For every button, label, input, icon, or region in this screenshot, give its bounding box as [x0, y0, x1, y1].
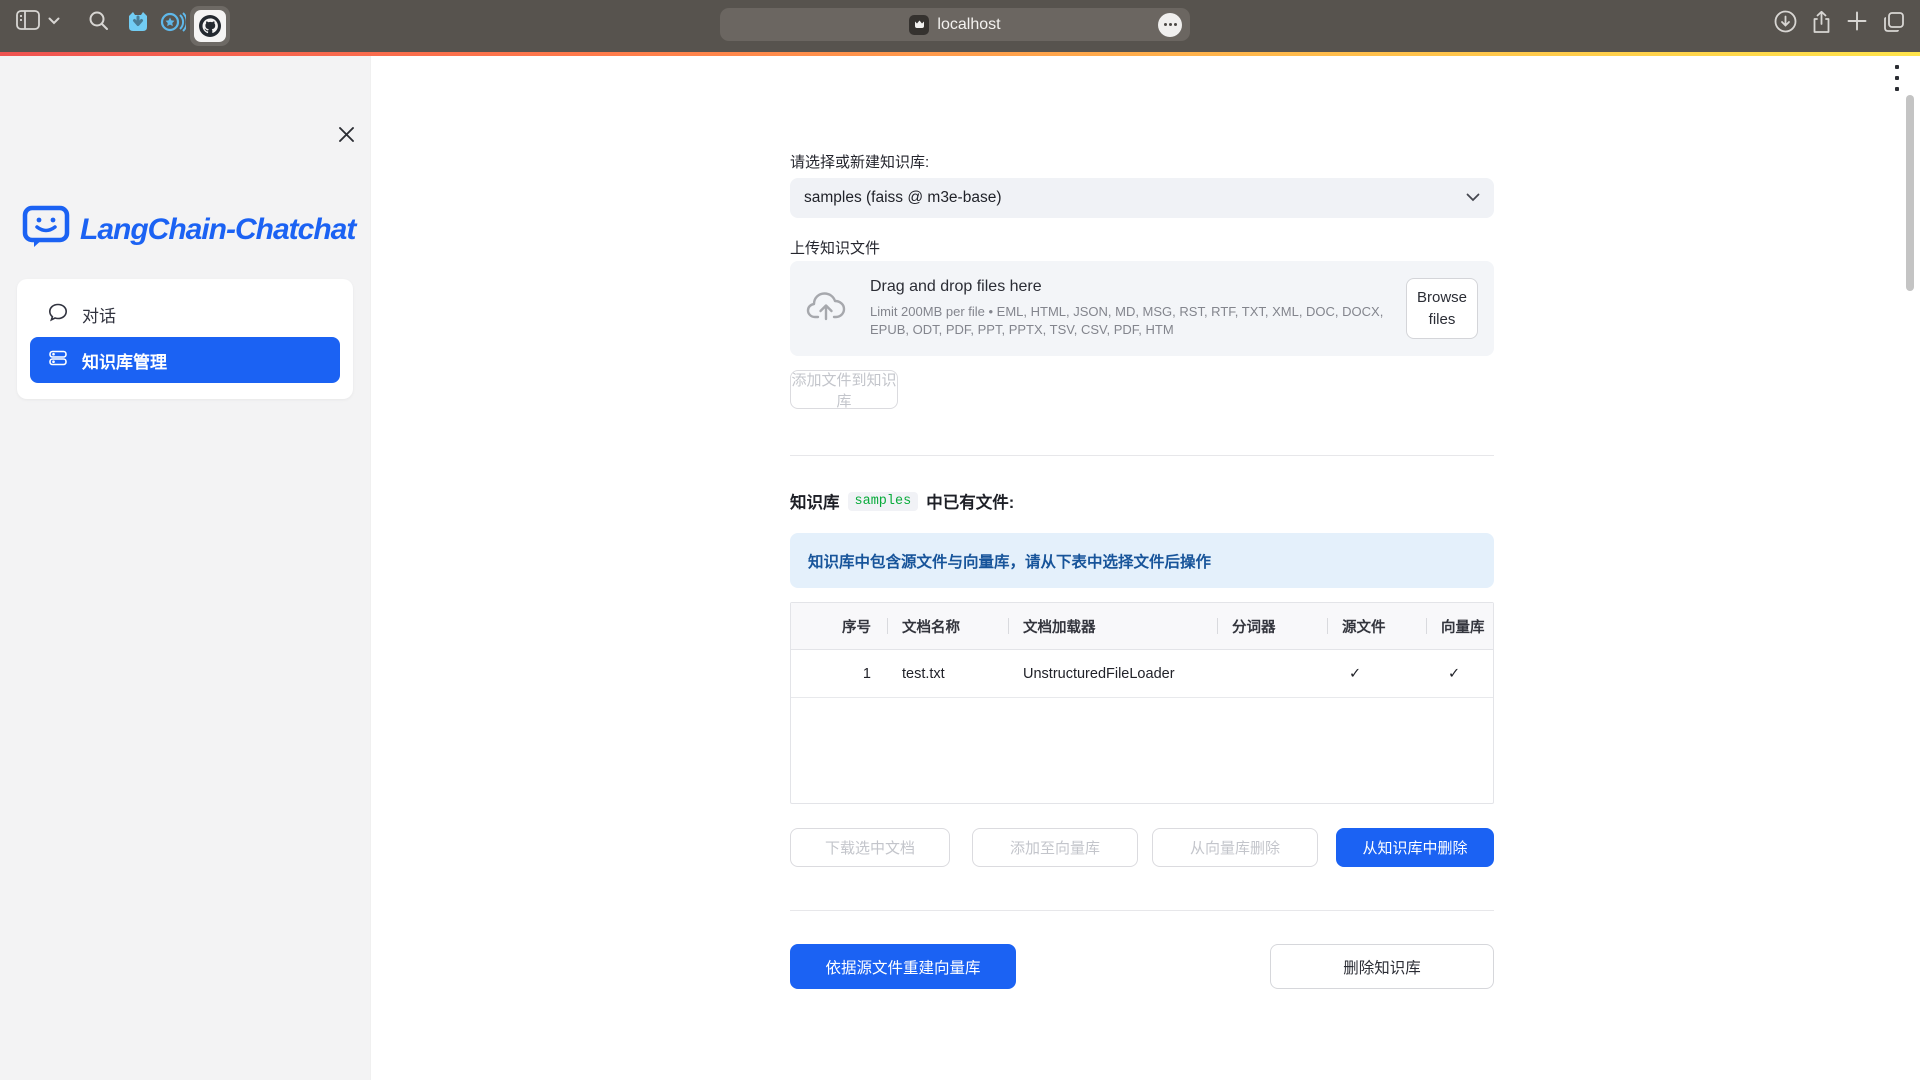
kb-name-code: samples: [848, 492, 919, 511]
table-header-row: 序号 文档名称 文档加载器 分词器 源文件 向量库: [791, 603, 1493, 650]
github-icon: [194, 10, 226, 42]
streamlit-menu-icon[interactable]: [1890, 63, 1904, 93]
sidebar: LangChain-Chatchat 对话: [0, 56, 370, 1080]
info-banner-text: 知识库中包含源文件与向量库，请从下表中选择文件后操作: [808, 550, 1211, 572]
download-selected-button[interactable]: 下载选中文档: [790, 828, 950, 867]
kb-heading-prefix: 知识库: [790, 489, 840, 513]
browser-toolbar: localhost: [0, 0, 1920, 52]
sidebar-item-kb-management[interactable]: 知识库管理: [30, 337, 340, 383]
ripple-star-pinned-tab-icon[interactable]: [160, 10, 186, 34]
url-text: localhost: [937, 16, 1000, 34]
chevron-down-icon[interactable]: [48, 17, 60, 25]
app-logo-text: LangChain-Chatchat: [80, 213, 355, 247]
tab-overview-icon[interactable]: [1882, 10, 1906, 34]
uploader-label: 上传知识文件: [790, 237, 880, 258]
chatchat-logo-icon: [22, 204, 70, 255]
delete-from-vector-button[interactable]: 从向量库删除: [1152, 828, 1318, 867]
chat-bubble-icon: [48, 302, 68, 327]
kb-select-value: samples (faiss @ m3e-base): [804, 189, 1002, 207]
kb-select[interactable]: samples (faiss @ m3e-base): [790, 178, 1494, 218]
delete-kb-button[interactable]: 删除知识库: [1270, 944, 1494, 989]
app-logo: LangChain-Chatchat: [22, 204, 355, 255]
kb-heading-suffix: 中已有文件:: [926, 489, 1014, 513]
cell-in-folder-check: ✓: [1327, 666, 1426, 682]
cell-index: 1: [791, 666, 887, 682]
site-favicon: [909, 15, 929, 35]
delete-from-kb-button[interactable]: 从知识库中删除: [1336, 828, 1494, 867]
col-header-doc-name[interactable]: 文档名称: [887, 616, 1008, 637]
address-bar[interactable]: localhost: [720, 8, 1190, 41]
col-header-doc-loader[interactable]: 文档加载器: [1008, 616, 1217, 637]
cell-in-db-check: ✓: [1426, 666, 1493, 682]
sidebar-toggle-icon[interactable]: [16, 10, 40, 30]
add-to-vector-button[interactable]: 添加至向量库: [972, 828, 1138, 867]
sidebar-item-label: 对话: [82, 302, 116, 327]
sidebar-item-dialogue[interactable]: 对话: [30, 291, 340, 337]
search-icon[interactable]: [88, 10, 109, 31]
table-row[interactable]: 1 test.txt UnstructuredFileLoader ✓ ✓: [791, 650, 1493, 698]
share-icon[interactable]: [1811, 10, 1832, 35]
dropzone-limit-text: Limit 200MB per file • EML, HTML, JSON, …: [870, 303, 1384, 338]
kb-select-label: 请选择或新建知识库:: [790, 151, 929, 172]
cat-download-pinned-tab-icon[interactable]: [126, 10, 150, 34]
database-icon: [48, 348, 68, 373]
col-header-splitter[interactable]: 分词器: [1217, 616, 1327, 637]
cell-doc-name: test.txt: [887, 666, 1008, 682]
page-ellipsis-icon[interactable]: [1158, 13, 1182, 37]
sidebar-nav: 对话 知识库管理: [17, 279, 353, 399]
page-scrollbar[interactable]: [1906, 95, 1914, 291]
cell-doc-loader: UnstructuredFileLoader: [1008, 666, 1217, 682]
downloads-icon[interactable]: [1774, 10, 1797, 33]
section-divider: [790, 455, 1494, 456]
file-dropzone[interactable]: Drag and drop files here Limit 200MB per…: [790, 261, 1494, 356]
new-tab-icon[interactable]: [1846, 10, 1868, 32]
sidebar-close-icon[interactable]: [334, 122, 358, 146]
col-header-in-folder[interactable]: 源文件: [1327, 616, 1426, 637]
screen: localhost: [0, 0, 1920, 1080]
kb-files-heading: 知识库 samples 中已有文件:: [790, 489, 1014, 513]
section-divider: [790, 910, 1494, 911]
rebuild-vector-store-button[interactable]: 依据源文件重建向量库: [790, 944, 1016, 989]
browse-files-button[interactable]: Browse files: [1406, 278, 1478, 340]
cloud-upload-icon: [806, 289, 848, 328]
col-header-index[interactable]: 序号: [791, 616, 887, 637]
kb-files-table: 序号 文档名称 文档加载器 分词器 源文件 向量库 1 test.txt Uns…: [790, 602, 1494, 804]
select-chevron-down-icon: [1466, 189, 1480, 207]
info-banner: 知识库中包含源文件与向量库，请从下表中选择文件后操作: [790, 533, 1494, 588]
col-header-in-db[interactable]: 向量库: [1426, 616, 1493, 637]
sidebar-item-label: 知识库管理: [82, 348, 167, 373]
github-pinned-tab[interactable]: [190, 6, 230, 46]
dropzone-instructions: Drag and drop files here: [870, 278, 1384, 296]
add-files-to-kb-button[interactable]: 添加文件到知识库: [790, 370, 898, 409]
